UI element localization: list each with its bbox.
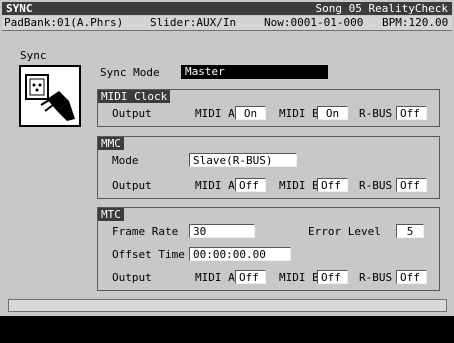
- midi-clock-midi-b-field[interactable]: On: [317, 106, 348, 120]
- sidebar-label: Sync: [20, 49, 47, 62]
- mtc-frame-rate-label: Frame Rate: [112, 225, 179, 238]
- midi-clock-rbus-field[interactable]: Off: [396, 106, 427, 120]
- midi-clock-title: MIDI Clock: [98, 90, 171, 103]
- song-name: Song 05 RealityCheck: [315, 2, 448, 15]
- midi-clock-section: MIDI Clock Output MIDI A On MIDI B On R-…: [97, 89, 440, 127]
- mmc-midi-a-label: MIDI A: [195, 179, 235, 192]
- mmc-midi-b-label: MIDI B: [279, 179, 319, 192]
- mtc-midi-b-label: MIDI B: [279, 271, 319, 284]
- mtc-error-level-field[interactable]: 5: [396, 224, 424, 238]
- title-bar: SYNC Song 05 RealityCheck: [2, 2, 452, 15]
- screen-title: SYNC: [6, 2, 33, 15]
- sync-mode-label: Sync Mode: [100, 66, 160, 79]
- bpm-info: BPM:120.00: [382, 16, 449, 29]
- midi-clock-rbus-label: R-BUS: [359, 107, 393, 120]
- padbank-info: PadBank:01(A.Phrs): [4, 16, 124, 29]
- mmc-mode-label: Mode: [112, 154, 139, 167]
- mtc-midi-a-field[interactable]: Off: [235, 270, 266, 284]
- sync-mode-field[interactable]: Master: [181, 65, 328, 79]
- midi-plug-icon: [25, 74, 75, 121]
- now-position: Now:0001-01-000: [264, 16, 364, 29]
- midi-clock-midi-a-field[interactable]: On: [235, 106, 266, 120]
- mmc-mode-field[interactable]: Slave(R-BUS): [189, 153, 297, 167]
- slider-info: Slider:AUX/In: [150, 16, 237, 29]
- sync-icon-box: [19, 65, 81, 127]
- mmc-midi-a-field[interactable]: Off: [235, 178, 266, 192]
- mtc-frame-rate-field[interactable]: 30: [189, 224, 255, 238]
- mmc-rbus-label: R-BUS: [359, 179, 393, 192]
- mmc-output-label: Output: [112, 179, 152, 192]
- mtc-midi-a-label: MIDI A: [195, 271, 235, 284]
- mmc-section: MMC Mode Slave(R-BUS) Output MIDI A Off …: [97, 136, 440, 199]
- status-bar: [8, 299, 447, 312]
- mtc-section: MTC Frame Rate 30 Error Level 5 Offset T…: [97, 207, 440, 291]
- info-bar: PadBank:01(A.Phrs) Slider:AUX/In Now:000…: [2, 16, 452, 31]
- mtc-error-level-label: Error Level: [308, 225, 381, 238]
- midi-clock-midi-b-label: MIDI B: [279, 107, 319, 120]
- mmc-rbus-field[interactable]: Off: [396, 178, 427, 192]
- sync-screen: SYNC Song 05 RealityCheck PadBank:01(A.P…: [0, 0, 454, 343]
- mtc-offset-field[interactable]: 00:00:00.00: [189, 247, 291, 261]
- mtc-rbus-field[interactable]: Off: [396, 270, 427, 284]
- mtc-midi-b-field[interactable]: Off: [317, 270, 348, 284]
- midi-clock-midi-a-label: MIDI A: [195, 107, 235, 120]
- midi-clock-output-label: Output: [112, 107, 152, 120]
- mtc-offset-label: Offset Time: [112, 248, 185, 261]
- mmc-title: MMC: [98, 137, 124, 150]
- mtc-rbus-label: R-BUS: [359, 271, 393, 284]
- mtc-title: MTC: [98, 208, 124, 221]
- function-key-bar: [0, 316, 454, 343]
- mmc-midi-b-field[interactable]: Off: [317, 178, 348, 192]
- mtc-output-label: Output: [112, 271, 152, 284]
